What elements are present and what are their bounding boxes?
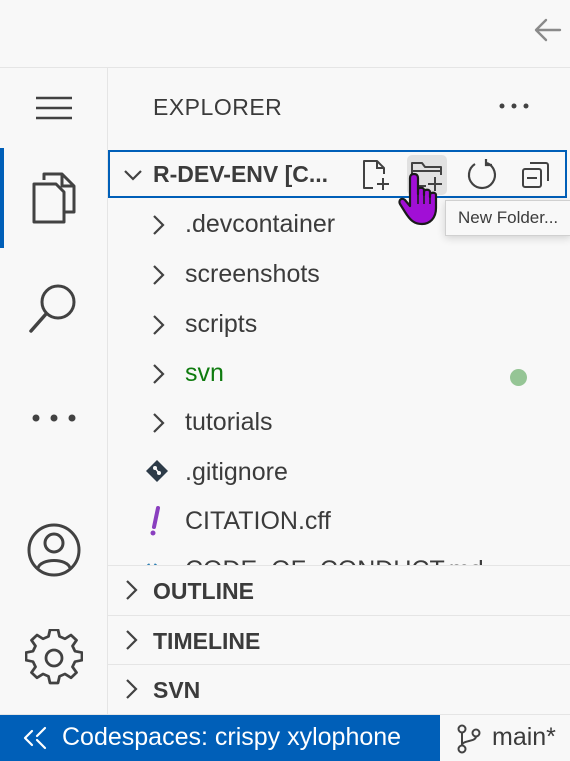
remote-icon <box>23 726 47 750</box>
git-branch-icon <box>457 724 481 754</box>
tree-item-file[interactable]: CODE_OF_CONDUCT.md <box>108 546 567 566</box>
section-label: OUTLINE <box>153 578 254 604</box>
activity-more[interactable] <box>0 368 108 468</box>
tree-item-label: .devcontainer <box>185 210 336 238</box>
workspace-root-header[interactable]: R-DEV-ENV [C... <box>108 150 567 198</box>
section-outline[interactable]: OUTLINE <box>108 565 570 615</box>
workspace-root-label: R-DEV-ENV [C... <box>153 161 329 187</box>
back-button[interactable] <box>530 12 566 48</box>
activity-bar <box>0 68 108 714</box>
search-icon <box>29 284 76 333</box>
chevron-right-icon <box>153 315 165 335</box>
refresh-icon <box>467 159 497 190</box>
remote-label: Codespaces: crispy xylophone <box>62 723 402 751</box>
arrow-left-icon <box>534 18 562 42</box>
tree-item-label: CITATION.cff <box>185 507 331 535</box>
remote-indicator[interactable]: Codespaces: crispy xylophone <box>0 715 440 761</box>
hand-cursor-icon <box>398 172 438 226</box>
status-bar: Codespaces: crispy xylophone main* <box>0 714 570 761</box>
tree-item-folder[interactable]: tutorials <box>108 398 567 448</box>
ellipsis-icon <box>32 414 76 422</box>
tree-item-label: tutorials <box>185 408 273 436</box>
section-label: SVN <box>153 677 201 703</box>
refresh-explorer-button[interactable] <box>462 155 502 195</box>
new-file-icon <box>363 160 389 190</box>
explorer-title: EXPLORER <box>153 94 283 120</box>
chevron-down-icon <box>124 170 142 181</box>
chevron-right-icon <box>153 364 165 384</box>
git-status-dot <box>510 369 527 386</box>
gear-icon <box>25 629 83 685</box>
account-icon <box>27 523 81 577</box>
ellipsis-icon <box>499 103 529 109</box>
chevron-right-icon <box>153 215 165 235</box>
tree-item-folder[interactable]: scripts <box>108 300 567 350</box>
tree-item-folder[interactable]: svn <box>108 349 567 399</box>
activity-explorer[interactable] <box>0 148 108 248</box>
section-svn[interactable]: SVN <box>108 664 570 714</box>
exclamation-icon <box>150 506 160 536</box>
chevron-right-icon <box>126 580 138 600</box>
chevron-right-icon <box>126 679 138 699</box>
activity-search[interactable] <box>0 258 108 358</box>
activity-manage[interactable] <box>0 608 108 708</box>
tree-item-folder[interactable]: screenshots <box>108 250 567 300</box>
menu-button[interactable] <box>0 58 108 158</box>
section-label: TIMELINE <box>153 628 261 654</box>
tooltip: New Folder... <box>445 200 570 236</box>
hamburger-icon <box>36 96 72 120</box>
activity-accounts[interactable] <box>0 500 108 600</box>
tree-item-label: scripts <box>185 310 258 338</box>
chevron-right-icon <box>126 630 138 650</box>
chevron-right-icon <box>153 265 165 285</box>
git-icon <box>146 460 168 482</box>
explorer-sidebar: EXPLORER R-DEV-ENV [C... .devcontainer s… <box>108 68 570 714</box>
branch-label: main* <box>492 723 556 751</box>
tree-item-label: svn <box>185 359 224 387</box>
files-icon <box>32 172 76 224</box>
tree-item-label: .gitignore <box>185 458 288 486</box>
tree-item-file[interactable]: CITATION.cff <box>108 497 567 547</box>
collapse-all-icon <box>522 162 549 188</box>
tree-item-label: screenshots <box>185 260 320 288</box>
tree-item-file[interactable]: .gitignore <box>108 448 567 498</box>
explorer-more-actions-button[interactable] <box>496 88 532 124</box>
collapse-folders-button[interactable] <box>516 155 556 195</box>
new-file-button[interactable] <box>356 155 396 195</box>
section-timeline[interactable]: TIMELINE <box>108 615 570 665</box>
chevron-right-icon <box>153 413 165 433</box>
